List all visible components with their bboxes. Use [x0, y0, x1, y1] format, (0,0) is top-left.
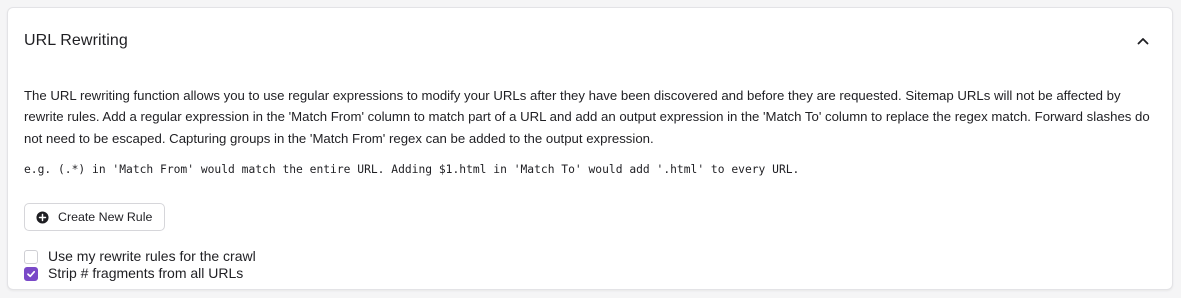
section-header[interactable]: URL Rewriting — [8, 8, 1172, 74]
section-title: URL Rewriting — [24, 32, 128, 49]
strip-fragments-checkbox[interactable] — [24, 266, 38, 281]
chevron-up-icon — [1137, 38, 1149, 45]
collapse-button[interactable] — [1132, 30, 1154, 52]
use-rewrite-rules-option[interactable]: Use my rewrite rules for the crawl — [24, 248, 256, 265]
section-content: The URL rewriting function allows you to… — [24, 85, 1160, 281]
example-text: e.g. (.*) in 'Match From' would match th… — [24, 162, 800, 176]
description-text: The URL rewriting function allows you to… — [24, 88, 1150, 146]
create-new-rule-label: Create New Rule — [58, 210, 153, 224]
use-rewrite-rules-checkbox[interactable] — [24, 249, 38, 264]
url-rewriting-panel: URL Rewriting The URL rewriting function… — [7, 7, 1173, 290]
checkmark-icon — [27, 270, 36, 277]
strip-fragments-option[interactable]: Strip # fragments from all URLs — [24, 265, 243, 282]
use-rewrite-rules-label: Use my rewrite rules for the crawl — [48, 248, 256, 264]
strip-fragments-label: Strip # fragments from all URLs — [48, 265, 244, 281]
plus-circle-icon — [36, 210, 49, 224]
create-new-rule-button[interactable]: Create New Rule — [24, 203, 166, 231]
